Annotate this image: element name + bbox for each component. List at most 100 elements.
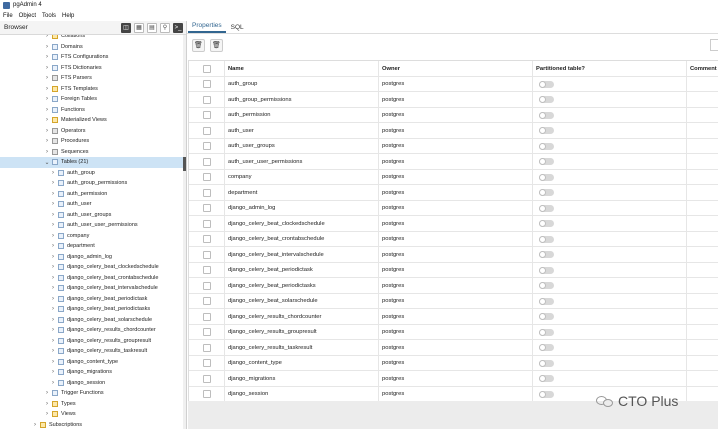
tree-item[interactable]: ⌄ Tables (21) xyxy=(0,157,183,168)
database-icon[interactable]: ◫ xyxy=(121,22,131,33)
chevron-right-icon[interactable]: › xyxy=(50,285,56,291)
properties-icon[interactable]: ▤ xyxy=(147,22,157,33)
chevron-right-icon[interactable]: › xyxy=(50,243,56,249)
partitioned-toggle[interactable] xyxy=(539,173,554,181)
row-checkbox[interactable] xyxy=(203,374,211,383)
chevron-right-icon[interactable]: › xyxy=(50,317,56,323)
panel-splitter[interactable] xyxy=(186,21,187,429)
partitioned-toggle[interactable] xyxy=(539,297,554,305)
filter-input[interactable] xyxy=(710,39,718,51)
chevron-right-icon[interactable]: › xyxy=(50,180,56,186)
chevron-right-icon[interactable]: › xyxy=(44,138,50,144)
chevron-right-icon[interactable]: › xyxy=(44,401,50,407)
row-checkbox[interactable] xyxy=(203,142,211,151)
menu-object[interactable]: Object xyxy=(19,13,36,19)
partitioned-toggle[interactable] xyxy=(539,282,554,290)
tree-item[interactable]: › django_celery_beat_periodictask xyxy=(0,294,183,305)
tree-item[interactable]: › django_celery_beat_intervalschedule xyxy=(0,283,183,294)
table-row[interactable]: department postgres xyxy=(189,185,718,201)
chevron-down-icon[interactable]: ⌄ xyxy=(44,159,50,166)
chevron-right-icon[interactable]: › xyxy=(44,44,50,50)
chevron-right-icon[interactable]: › xyxy=(50,170,56,176)
tree-item[interactable]: › Functions xyxy=(0,105,183,116)
partitioned-toggle[interactable] xyxy=(539,189,554,197)
search-icon[interactable]: ⚲ xyxy=(160,22,170,33)
table-view-icon[interactable]: ▦ xyxy=(134,22,144,33)
chevron-right-icon[interactable]: › xyxy=(50,212,56,218)
chevron-right-icon[interactable]: › xyxy=(50,201,56,207)
partitioned-toggle[interactable] xyxy=(539,359,554,367)
chevron-right-icon[interactable]: › xyxy=(50,338,56,344)
chevron-right-icon[interactable]: › xyxy=(44,128,50,134)
tree-item[interactable]: › FTS Dictionaries xyxy=(0,63,183,74)
menu-file[interactable]: File xyxy=(3,13,13,19)
row-checkbox[interactable] xyxy=(203,111,211,120)
chevron-right-icon[interactable]: › xyxy=(32,422,38,428)
partitioned-toggle[interactable] xyxy=(539,235,554,243)
column-header-name[interactable]: Name xyxy=(225,61,379,77)
menu-help[interactable]: Help xyxy=(62,13,74,19)
table-row[interactable]: auth_group_permissions postgres xyxy=(189,92,718,108)
tree-item[interactable]: › auth_group xyxy=(0,168,183,179)
chevron-right-icon[interactable]: › xyxy=(50,369,56,375)
chevron-right-icon[interactable]: › xyxy=(50,380,56,386)
partitioned-toggle[interactable] xyxy=(539,220,554,228)
tree-item[interactable]: › Types xyxy=(0,399,183,410)
tree-item[interactable]: › company xyxy=(0,231,183,242)
table-row[interactable]: django_celery_results_chordcounter postgr… xyxy=(189,309,718,325)
tree-item[interactable]: › django_admin_log xyxy=(0,252,183,263)
tab-sql[interactable]: SQL xyxy=(227,24,248,33)
row-checkbox[interactable] xyxy=(203,235,211,244)
chevron-right-icon[interactable]: › xyxy=(44,390,50,396)
tree-item[interactable]: › Views xyxy=(0,409,183,420)
row-checkbox[interactable] xyxy=(203,188,211,197)
tree-item[interactable]: › Subscriptions xyxy=(0,420,183,429)
table-row[interactable]: django_celery_beat_intervalschedule postg… xyxy=(189,247,718,263)
table-row[interactable]: django_celery_beat_clockedschedule postgr… xyxy=(189,216,718,232)
chevron-right-icon[interactable]: › xyxy=(44,54,50,60)
row-checkbox[interactable] xyxy=(203,266,211,275)
tree-item[interactable]: › django_celery_beat_clockedschedule xyxy=(0,262,183,273)
tree-item[interactable]: › department xyxy=(0,241,183,252)
partitioned-toggle[interactable] xyxy=(539,344,554,352)
row-checkbox[interactable] xyxy=(203,328,211,337)
tree-item[interactable]: › Materialized Views xyxy=(0,115,183,126)
chevron-right-icon[interactable]: › xyxy=(50,254,56,260)
tree-item[interactable]: › django_celery_beat_solarschedule xyxy=(0,315,183,326)
select-all-checkbox[interactable] xyxy=(203,64,211,73)
chevron-right-icon[interactable]: › xyxy=(50,233,56,239)
chevron-right-icon[interactable]: › xyxy=(50,348,56,354)
tree-item[interactable]: › django_content_type xyxy=(0,357,183,368)
tree-item[interactable]: › Foreign Tables xyxy=(0,94,183,105)
table-row[interactable]: django_celery_beat_crontabschedule postgr… xyxy=(189,231,718,247)
partitioned-toggle[interactable] xyxy=(539,158,554,166)
partitioned-toggle[interactable] xyxy=(539,142,554,150)
column-header-partitioned[interactable]: Partitioned table? xyxy=(533,61,687,77)
row-checkbox[interactable] xyxy=(203,359,211,368)
table-row[interactable]: auth_group postgres xyxy=(189,76,718,92)
partitioned-toggle[interactable] xyxy=(539,127,554,135)
chevron-right-icon[interactable]: › xyxy=(44,96,50,102)
partitioned-toggle[interactable] xyxy=(539,96,554,104)
row-checkbox[interactable] xyxy=(203,173,211,182)
row-checkbox[interactable] xyxy=(203,390,211,399)
row-checkbox[interactable] xyxy=(203,297,211,306)
column-header-comment[interactable]: Comment xyxy=(687,61,718,77)
partitioned-toggle[interactable] xyxy=(539,375,554,383)
trash-icon[interactable]: 🗑 xyxy=(192,38,205,52)
table-row[interactable]: django_content_type postgres xyxy=(189,355,718,371)
chevron-right-icon[interactable]: › xyxy=(44,411,50,417)
table-row[interactable]: django_migrations postgres xyxy=(189,371,718,387)
partitioned-toggle[interactable] xyxy=(539,111,554,119)
tree-item[interactable]: › django_celery_results_taskresult xyxy=(0,346,183,357)
tree-item[interactable]: › django_celery_beat_periodictasks xyxy=(0,304,183,315)
table-row[interactable]: auth_permission postgres xyxy=(189,107,718,123)
chevron-right-icon[interactable]: › xyxy=(50,306,56,312)
row-checkbox[interactable] xyxy=(203,219,211,228)
table-row[interactable]: auth_user_user_permissions postgres xyxy=(189,154,718,170)
tree-item[interactable]: › Trigger Functions xyxy=(0,388,183,399)
row-checkbox[interactable] xyxy=(203,343,211,352)
column-header-owner[interactable]: Owner xyxy=(379,61,533,77)
tab-properties[interactable]: Properties xyxy=(188,22,226,33)
tree-item[interactable]: › Operators xyxy=(0,126,183,137)
